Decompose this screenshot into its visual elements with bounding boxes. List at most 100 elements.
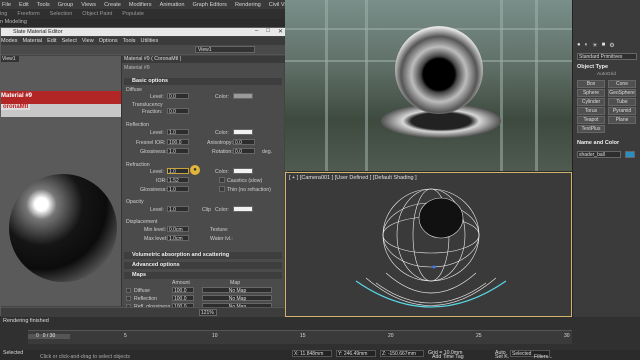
sme-menu-material[interactable]: Material: [23, 38, 43, 44]
cursor-highlight-icon: ●: [190, 165, 200, 175]
filters-button[interactable]: Filters...: [534, 354, 552, 360]
map-enable-checkbox[interactable]: [126, 296, 131, 301]
ribbon-tab[interactable]: Freeform: [17, 11, 39, 17]
create-sphere-button[interactable]: Sphere: [577, 89, 605, 97]
menu-group[interactable]: Group: [58, 2, 74, 8]
fresnel-field[interactable]: 100.0: [167, 139, 189, 146]
helpers-icon[interactable]: ⚙: [609, 42, 614, 49]
material-node[interactable]: Material #9 oronaMtl: [1, 91, 121, 117]
menu-views[interactable]: Views: [81, 2, 96, 8]
status-area: Rendering finished 0 / 30 0 5 10 15 20 25 30 S…: [0, 317, 640, 360]
map-row-slot[interactable]: No Map: [202, 287, 272, 294]
view-select[interactable]: View1: [195, 46, 255, 53]
menu-file[interactable]: File: [2, 2, 11, 8]
object-type-header[interactable]: Object Type: [577, 64, 608, 70]
sme-menu-options[interactable]: Options: [99, 38, 118, 44]
x-coord[interactable]: X: 11.848mm: [292, 350, 332, 357]
timeline-tick: 5: [124, 333, 127, 339]
create-cylinder-button[interactable]: Cylinder: [577, 98, 605, 106]
ribbon-tab[interactable]: Populate: [122, 11, 144, 17]
view-tab[interactable]: View1: [1, 56, 19, 62]
create-torus-button[interactable]: Torus: [577, 107, 605, 115]
time-slider[interactable]: 0 / 30: [28, 334, 70, 339]
disp-max-field[interactable]: 1.0cm: [167, 235, 189, 242]
create-plane-button[interactable]: Plane: [608, 116, 636, 124]
object-color-swatch[interactable]: [625, 151, 635, 158]
sme-toolbar: View1: [1, 45, 286, 55]
wireframe-shader-ball: [355, 188, 507, 308]
opacity-color-swatch[interactable]: [233, 206, 253, 212]
primitive-type-dropdown[interactable]: Standard Primitives: [577, 53, 637, 60]
menu-modifiers[interactable]: Modifiers: [129, 2, 152, 8]
diffuse-color-swatch[interactable]: [233, 93, 253, 99]
ribbon-tab[interactable]: Object Paint: [82, 11, 112, 17]
menu-edit[interactable]: Edit: [19, 2, 29, 8]
opacity-level-field[interactable]: 1.0: [167, 206, 189, 213]
refr-gloss-field[interactable]: 1.0: [167, 186, 189, 193]
sme-title: Slate Material Editor: [13, 29, 63, 35]
map-row-amount[interactable]: 100.0: [172, 295, 194, 302]
close-icon[interactable]: ✕: [278, 28, 283, 35]
zoom-field[interactable]: 121%: [199, 309, 217, 316]
disp-min-field[interactable]: 0.0cm: [167, 226, 189, 233]
ribbon-tab[interactable]: ing: [0, 11, 7, 17]
create-cone-button[interactable]: Cone: [608, 80, 636, 88]
maximize-icon[interactable]: □: [266, 28, 270, 35]
anisotropy-field[interactable]: 0.0: [233, 139, 255, 146]
refl-gloss-field[interactable]: 1.0: [167, 148, 189, 155]
menu-tools[interactable]: Tools: [37, 2, 50, 8]
refraction-level-field[interactable]: 1.0: [167, 168, 189, 175]
ior-field[interactable]: 1.52: [167, 177, 189, 184]
sme-menu-modes[interactable]: Modes: [1, 38, 18, 44]
shapes-icon[interactable]: ◐: [585, 42, 589, 49]
advanced-section[interactable]: Advanced options: [124, 262, 282, 269]
cameras-icon[interactable]: ■: [602, 42, 606, 49]
render-viewport[interactable]: [285, 0, 572, 171]
diffuse-level-field[interactable]: 0.0: [167, 93, 189, 100]
create-box-button[interactable]: Box: [577, 80, 605, 88]
menu-animation[interactable]: Animation: [160, 2, 185, 8]
node-view[interactable]: View1 Material #9 oronaMtl: [1, 56, 121, 306]
map-row-slot[interactable]: No Map: [202, 295, 272, 302]
create-pyramid-button[interactable]: Pyramid: [608, 107, 636, 115]
translucency-fraction-field[interactable]: 0.0: [167, 108, 189, 115]
set-key-button[interactable]: Set K.: [495, 354, 509, 360]
map-enable-checkbox[interactable]: [126, 288, 131, 293]
lights-icon[interactable]: ☀: [592, 42, 597, 49]
object-name-field[interactable]: shader_ball: [577, 151, 621, 158]
y-coord[interactable]: Y: 246.49mm: [336, 350, 376, 357]
sme-menu-edit[interactable]: Edit: [47, 38, 56, 44]
thin-label: Thin (no refraction): [227, 187, 271, 193]
camera-viewport[interactable]: [ + ] [Camera001 ] [User Defined ] [Defa…: [285, 172, 572, 317]
sme-menu-view[interactable]: View: [82, 38, 94, 44]
refraction-color-swatch[interactable]: [233, 168, 253, 174]
rotation-field[interactable]: 0.0: [233, 148, 255, 155]
basic-options-section[interactable]: Basic options: [124, 78, 282, 85]
volumetric-section[interactable]: Volumetric absorption and scattering: [124, 252, 282, 259]
menu-create[interactable]: Create: [104, 2, 121, 8]
thin-checkbox[interactable]: [219, 186, 225, 192]
sme-menu-select[interactable]: Select: [62, 38, 77, 44]
menu-graph-editors[interactable]: Graph Editors: [192, 2, 227, 8]
z-coord[interactable]: Z: -150.667mm: [380, 350, 424, 357]
create-geosphere-button[interactable]: GeoSphere: [608, 89, 636, 97]
ribbon-tab[interactable]: Selection: [50, 11, 73, 17]
sme-menu-tools[interactable]: Tools: [123, 38, 136, 44]
sme-menu-utilities[interactable]: Utilities: [141, 38, 159, 44]
menu-rendering[interactable]: Rendering: [235, 2, 261, 8]
timeline[interactable]: 0 / 30 0 5 10 15 20 25 30: [28, 330, 572, 344]
create-tube-button[interactable]: Tube: [608, 98, 636, 106]
geometry-icon[interactable]: ●: [577, 42, 581, 49]
create-textplus-button[interactable]: TextPlus: [577, 125, 605, 133]
reflection-level-field[interactable]: 1.0: [167, 129, 189, 136]
minimize-icon[interactable]: –: [255, 28, 258, 35]
map-row-amount[interactable]: 100.0: [172, 287, 194, 294]
caustics-checkbox[interactable]: [219, 177, 225, 183]
maps-section[interactable]: Maps: [124, 272, 282, 279]
reflection-color-swatch[interactable]: [233, 129, 253, 135]
add-time-tag-button[interactable]: Add Time Tag: [432, 354, 464, 360]
autogrid-checkbox[interactable]: AutoGrid: [597, 72, 616, 77]
slate-material-editor: Slate Material Editor – □ ✕ Modes Materia…: [0, 27, 287, 317]
create-teapot-button[interactable]: Teapot: [577, 116, 605, 124]
name-color-header[interactable]: Name and Color: [577, 140, 619, 146]
